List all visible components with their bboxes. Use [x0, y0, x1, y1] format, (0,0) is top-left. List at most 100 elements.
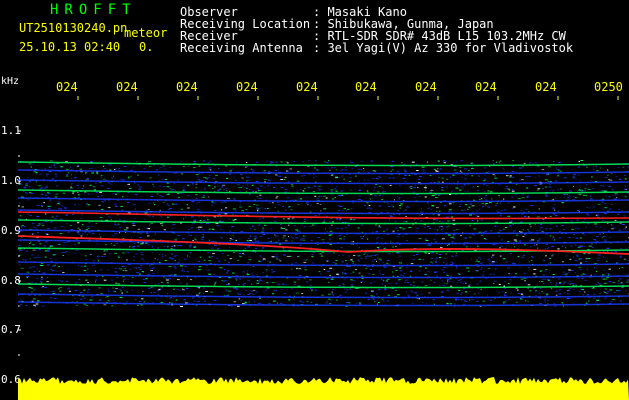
noise-speckle: [127, 177, 130, 179]
noise-speckle: [122, 276, 125, 278]
noise-speckle: [239, 204, 241, 206]
noise-speckle: [338, 177, 340, 178]
noise-speckle: [496, 210, 499, 212]
noise-speckle: [330, 299, 333, 301]
noise-speckle: [421, 208, 422, 210]
noise-speckle: [560, 170, 562, 172]
noise-speckle: [439, 220, 441, 222]
noise-speckle: [473, 228, 477, 230]
noise-speckle: [140, 254, 144, 256]
noise-speckle: [172, 228, 174, 229]
noise-speckle: [114, 168, 116, 170]
noise-speckle: [54, 167, 57, 168]
noise-speckle: [523, 254, 525, 256]
noise-speckle: [333, 269, 335, 271]
noise-speckle: [248, 205, 252, 207]
noise-speckle: [270, 281, 272, 283]
noise-speckle: [540, 287, 542, 289]
noise-speckle: [291, 218, 294, 220]
noise-speckle: [140, 304, 143, 306]
noise-speckle: [288, 236, 290, 238]
noise-speckle: [33, 298, 36, 300]
noise-speckle: [345, 209, 347, 211]
noise-speckle: [55, 193, 59, 195]
noise-speckle: [331, 278, 333, 280]
noise-speckle: [520, 278, 524, 280]
noise-speckle: [208, 175, 211, 177]
noise-speckle: [554, 180, 558, 182]
noise-speckle: [259, 278, 261, 280]
noise-speckle: [152, 183, 154, 185]
noise-speckle: [355, 302, 358, 304]
noise-speckle: [263, 290, 265, 292]
noise-speckle: [515, 240, 518, 242]
noise-speckle: [456, 229, 459, 230]
noise-speckle: [414, 174, 417, 176]
noise-speckle: [147, 244, 150, 246]
noise-speckle: [55, 258, 57, 260]
noise-speckle: [55, 263, 59, 265]
noise-speckle: [285, 161, 289, 163]
noise-speckle: [316, 169, 319, 171]
noise-speckle: [214, 244, 217, 246]
noise-speckle: [345, 260, 347, 261]
noise-speckle: [251, 272, 253, 274]
noise-speckle: [29, 258, 31, 260]
noise-speckle: [93, 260, 96, 262]
noise-speckle: [331, 167, 333, 169]
noise-speckle: [353, 255, 356, 256]
noise-speckle: [429, 244, 432, 246]
noise-speckle: [526, 196, 529, 198]
noise-speckle: [384, 247, 386, 249]
noise-speckle: [147, 235, 150, 237]
noise-speckle: [60, 208, 63, 210]
noise-speckle: [259, 255, 262, 257]
noise-speckle: [107, 288, 109, 290]
noise-speckle: [272, 293, 274, 295]
noise-speckle: [74, 204, 76, 206]
noise-speckle: [562, 273, 566, 275]
noise-speckle: [115, 193, 117, 195]
noise-speckle: [100, 177, 102, 179]
noise-speckle: [294, 262, 298, 264]
noise-speckle: [275, 256, 277, 258]
noise-speckle: [534, 290, 537, 292]
noise-speckle: [85, 279, 87, 281]
noise-speckle: [258, 224, 261, 226]
noise-speckle: [20, 183, 23, 185]
noise-speckle: [233, 301, 237, 303]
noise-speckle: [461, 292, 463, 294]
noise-speckle: [480, 263, 482, 264]
noise-speckle: [443, 162, 446, 164]
noise-speckle: [591, 176, 593, 178]
noise-speckle: [563, 194, 566, 195]
noise-speckle: [505, 300, 507, 302]
noise-speckle: [487, 299, 489, 301]
noise-speckle: [433, 238, 436, 240]
noise-speckle: [25, 184, 28, 186]
noise-speckle: [18, 264, 21, 266]
noise-speckle: [311, 224, 315, 226]
noise-speckle: [503, 288, 507, 290]
noise-speckle: [440, 247, 443, 249]
noise-speckle: [29, 192, 32, 194]
noise-speckle: [31, 291, 33, 293]
noise-speckle: [128, 187, 132, 189]
noise-speckle: [233, 186, 235, 188]
noise-speckle: [35, 181, 37, 183]
noise-speckle: [276, 195, 279, 197]
noise-speckle: [368, 207, 371, 209]
noise-speckle: [362, 235, 364, 237]
noise-speckle: [358, 189, 362, 191]
noise-speckle: [262, 233, 266, 235]
noise-speckle: [371, 266, 374, 267]
noise-speckle: [414, 197, 416, 199]
noise-speckle: [442, 230, 444, 232]
noise-speckle: [368, 205, 371, 206]
noise-speckle: [410, 290, 413, 292]
noise-speckle: [418, 196, 421, 197]
noise-speckle: [133, 182, 136, 184]
noise-speckle: [352, 244, 355, 245]
noise-speckle: [440, 229, 443, 231]
noise-speckle: [375, 254, 379, 256]
